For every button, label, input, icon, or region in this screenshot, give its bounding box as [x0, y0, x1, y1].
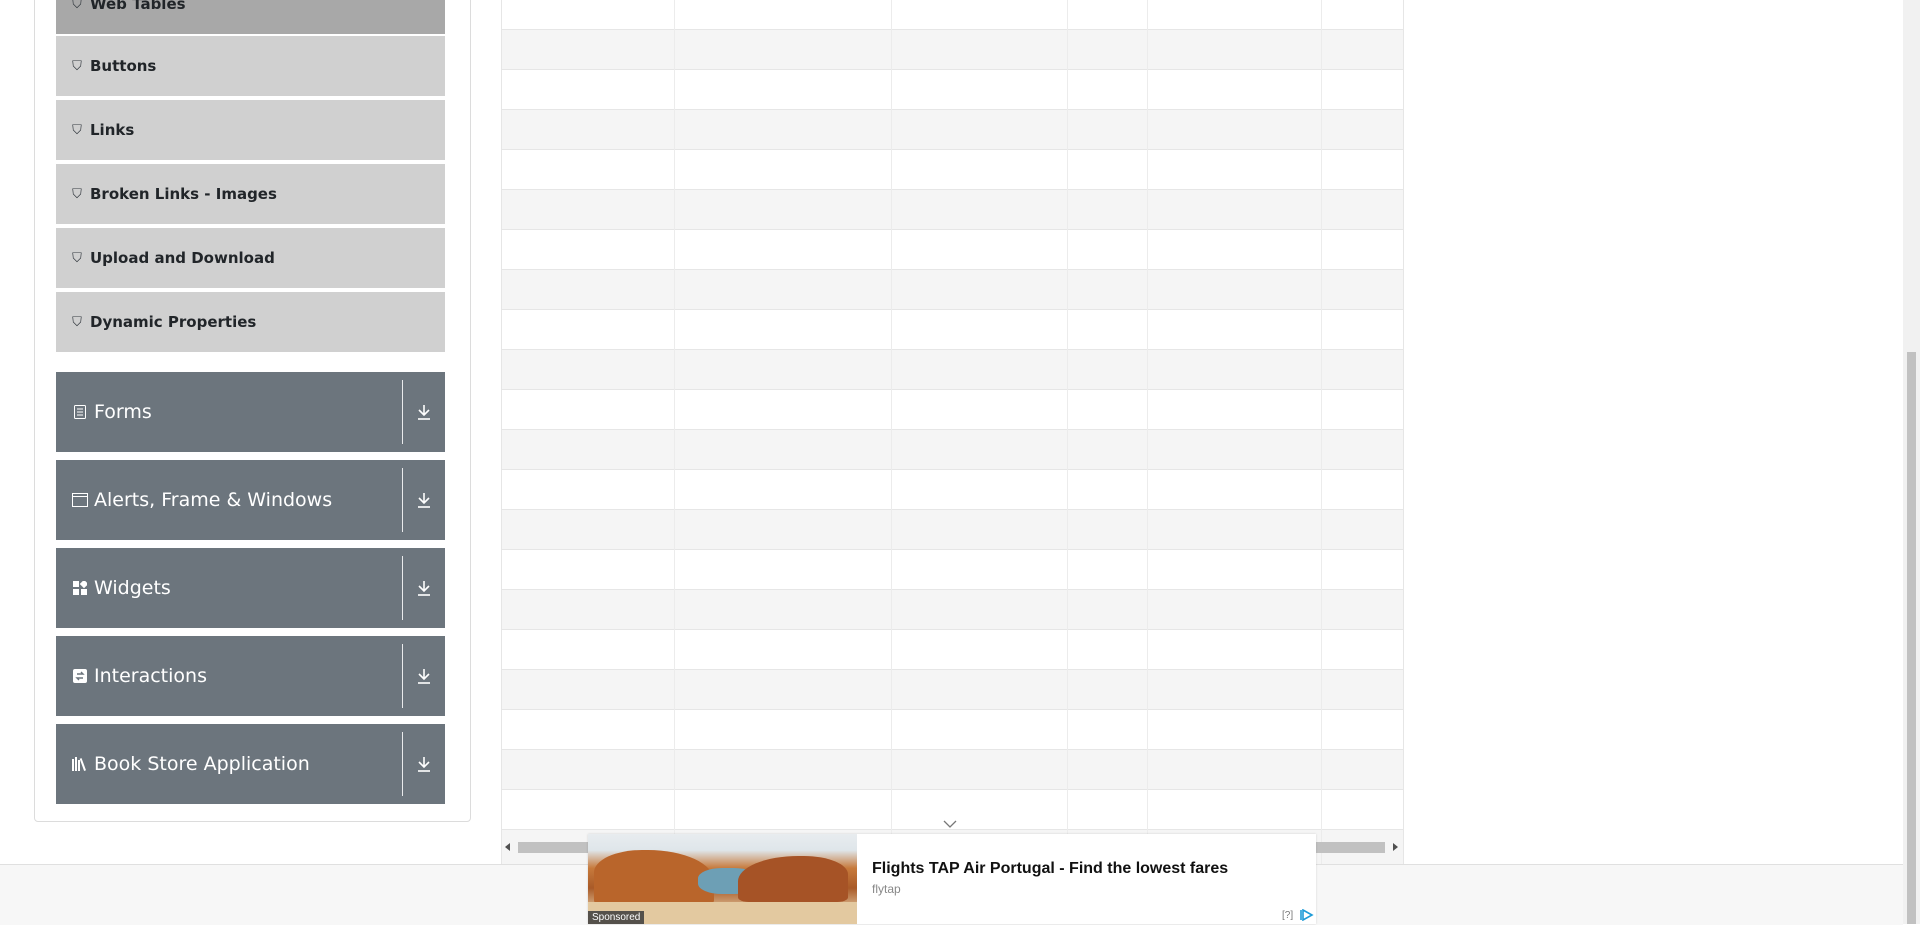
expand-button[interactable] [403, 724, 445, 804]
download-arrow-icon [418, 405, 430, 420]
table-row [502, 630, 1403, 670]
sidebar-item-label: Upload and Download [90, 249, 275, 267]
table-row [502, 310, 1403, 350]
sidebar-item-label: Dynamic Properties [90, 313, 257, 331]
group-label: Widgets [94, 577, 171, 599]
sidebar-item-label: Web Tables [90, 0, 186, 13]
column-divider [1147, 0, 1148, 870]
sidebar-item-label: Broken Links - Images [90, 185, 277, 203]
group-label: Forms [94, 401, 152, 423]
table-row [502, 390, 1403, 430]
html5-icon: ⛉ [72, 186, 82, 202]
group-label: Book Store Application [94, 753, 310, 775]
sidebar-item-links[interactable]: ⛉ Links [56, 100, 445, 162]
group-widgets[interactable]: Widgets [56, 548, 445, 628]
expand-button[interactable] [403, 372, 445, 452]
ad-image[interactable]: Sponsored [588, 834, 857, 924]
scrollbar-thumb[interactable] [1907, 352, 1916, 924]
scroll-left-arrow-icon[interactable] [505, 843, 510, 851]
table-row [502, 510, 1403, 550]
form-icon [72, 404, 88, 420]
table-row [502, 70, 1403, 110]
column-divider [674, 0, 675, 870]
expand-button[interactable] [403, 548, 445, 628]
ad-help-link[interactable]: [?] [1282, 910, 1293, 921]
column-divider [1067, 0, 1068, 870]
table-row [502, 30, 1403, 70]
download-arrow-icon [418, 757, 430, 772]
table-row [502, 550, 1403, 590]
table-body [502, 0, 1403, 870]
scroll-right-arrow-icon[interactable] [1393, 843, 1398, 851]
group-forms[interactable]: Forms [56, 372, 445, 452]
sidebar-item-broken-links[interactable]: ⛉ Broken Links - Images [56, 164, 445, 226]
adchoices-icon[interactable] [1300, 909, 1314, 921]
table-row [502, 270, 1403, 310]
table-row [502, 190, 1403, 230]
sponsored-label: Sponsored [588, 911, 645, 924]
sidebar-item-upload-download[interactable]: ⛉ Upload and Download [56, 228, 445, 290]
column-divider [891, 0, 892, 870]
divider [402, 644, 403, 708]
group-book-store[interactable]: Book Store Application [56, 724, 445, 804]
html5-icon: ⛉ [72, 250, 82, 266]
table-row [502, 430, 1403, 470]
group-label: Alerts, Frame & Windows [94, 489, 333, 511]
ad-banner[interactable]: Sponsored Flights TAP Air Portugal - Fin… [588, 834, 1316, 924]
download-arrow-icon [418, 581, 430, 596]
divider [402, 732, 403, 796]
table-row [502, 110, 1403, 150]
page-scrollbar[interactable] [1903, 0, 1920, 924]
group-interactions[interactable]: Interactions [56, 636, 445, 716]
sidebar-item-label: Links [90, 121, 135, 139]
column-divider [1321, 0, 1322, 870]
table-row [502, 470, 1403, 510]
sidebar-item-label: Buttons [90, 57, 157, 75]
data-table [501, 0, 1404, 870]
html5-icon: ⛉ [72, 314, 82, 330]
window-icon [72, 492, 88, 508]
group-label: Interactions [94, 665, 207, 687]
sidebar-item-dynamic-properties[interactable]: ⛉ Dynamic Properties [56, 292, 445, 354]
group-alerts-frame-windows[interactable]: Alerts, Frame & Windows [56, 460, 445, 540]
expand-button[interactable] [403, 636, 445, 716]
table-row [502, 0, 1403, 30]
html5-icon: ⛉ [72, 58, 82, 74]
divider [402, 556, 403, 620]
expand-button[interactable] [403, 460, 445, 540]
table-row [502, 150, 1403, 190]
table-row [502, 750, 1403, 790]
table-row [502, 670, 1403, 710]
sidebar-item-buttons[interactable]: ⛉ Buttons [56, 36, 445, 98]
ad-title[interactable]: Flights TAP Air Portugal - Find the lowe… [872, 860, 1228, 878]
table-row [502, 350, 1403, 390]
download-arrow-icon [418, 669, 430, 684]
table-row [502, 590, 1403, 630]
interactions-icon [72, 668, 88, 684]
chevron-down-icon[interactable] [943, 820, 957, 828]
divider [402, 468, 403, 532]
download-arrow-icon [418, 493, 430, 508]
widgets-icon [72, 580, 88, 596]
table-row [502, 710, 1403, 750]
ad-source[interactable]: flytap [872, 882, 901, 896]
html5-icon: ⛉ [72, 122, 82, 138]
html5-icon: ⛉ [72, 0, 82, 12]
divider [402, 380, 403, 444]
table-row [502, 230, 1403, 270]
books-icon [72, 756, 88, 772]
sidebar-item-web-tables[interactable]: ⛉ Web Tables [56, 0, 445, 36]
